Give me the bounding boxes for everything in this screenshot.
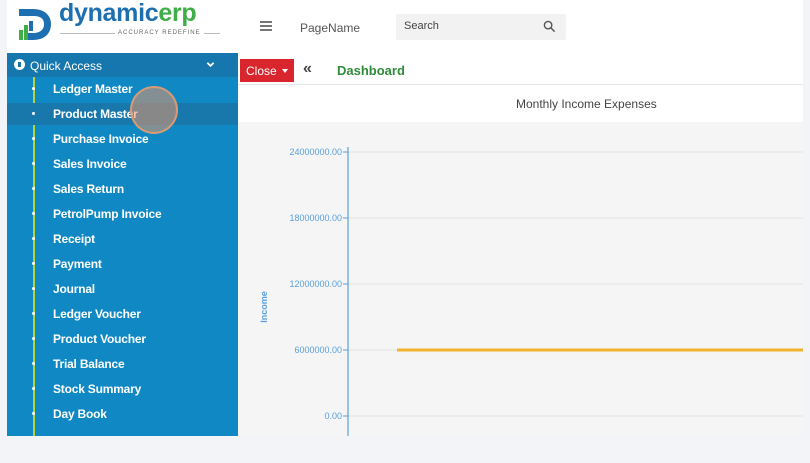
sidebar-item-label: Ledger Voucher — [53, 307, 141, 321]
sidebar-item-label: Sales Return — [53, 182, 124, 196]
sidebar-item-sales-return[interactable]: Sales Return — [7, 178, 238, 200]
brand-tagline: ACCURACY REDEFINE — [115, 30, 204, 36]
y-tick-label: 6000000.00 — [294, 345, 342, 355]
sidebar-item-label: Journal — [53, 282, 95, 296]
info-icon — [14, 59, 25, 70]
tree-bullet — [32, 137, 35, 140]
tree-bullet — [32, 412, 35, 415]
sidebar-item-label: Receipt — [53, 232, 95, 246]
sidebar-item-journal[interactable]: Journal — [7, 278, 238, 300]
search-icon[interactable] — [543, 20, 556, 33]
sidebar-item-label: Day Book — [53, 407, 107, 421]
sidebar-item-label: Stock Summary — [53, 382, 142, 396]
tree-bullet — [32, 112, 35, 115]
chart-area: 24000000.00 18000000.00 12000000.00 6000000… — [238, 122, 803, 436]
y-axis-label: Income — [259, 291, 269, 323]
caret-down-icon — [282, 69, 288, 73]
tree-bullet — [32, 287, 35, 290]
sidebar-item-payment[interactable]: Payment — [7, 253, 238, 275]
brand-logo[interactable]: dynamicerp ACCURACY REDEFINE — [7, 0, 238, 50]
quick-access-header[interactable]: Quick Access — [7, 53, 238, 77]
top-bar: PageName — [238, 0, 803, 50]
sidebar-item-label: Purchase Invoice — [53, 132, 149, 146]
tree-bullet — [32, 87, 35, 90]
collapse-icon[interactable]: « — [303, 60, 312, 78]
tab-bar: Close « Dashboard — [238, 55, 803, 85]
sidebar-item-product-voucher[interactable]: Product Voucher — [7, 328, 238, 350]
sidebar-item-label: Sales Invoice — [53, 157, 127, 171]
sidebar-item-label: Payment — [53, 257, 102, 271]
tree-bullet — [32, 212, 35, 215]
tree-bullet — [32, 187, 35, 190]
sidebar-item-label: Ledger Master — [53, 82, 133, 96]
app-window: dynamicerp ACCURACY REDEFINE PageName Qu… — [7, 0, 803, 436]
sidebar-item-ledger-voucher[interactable]: Ledger Voucher — [7, 303, 238, 325]
y-tick-label: 24000000.00 — [289, 147, 342, 157]
tree-bullet — [32, 312, 35, 315]
tree-bullet — [32, 387, 35, 390]
y-tick-label: 12000000.00 — [289, 279, 342, 289]
cursor-highlight — [130, 86, 178, 134]
brand-name: dynamicerp — [59, 0, 197, 27]
sidebar-item-purchase-invoice[interactable]: Purchase Invoice — [7, 128, 238, 150]
search-input[interactable] — [404, 20, 534, 32]
chevron-down-icon[interactable] — [206, 60, 215, 69]
chart-header: Monthly Income Expenses — [238, 86, 803, 122]
page-name: PageName — [300, 21, 361, 35]
close-button[interactable]: Close — [240, 59, 294, 82]
close-label: Close — [246, 64, 277, 78]
sidebar-item-sales-invoice[interactable]: Sales Invoice — [7, 153, 238, 175]
tree-bullet — [32, 362, 35, 365]
y-tick-label: 0.00 — [324, 411, 342, 421]
sidebar-item-petrolpump-invoice[interactable]: PetrolPump Invoice — [7, 203, 238, 225]
sidebar-item-label: Product Voucher — [53, 332, 146, 346]
tab-dashboard[interactable]: Dashboard — [337, 63, 405, 78]
hamburger-menu-icon[interactable] — [260, 21, 272, 33]
dynamicerp-logo-icon — [19, 9, 51, 40]
sidebar-item-label: Product Master — [53, 107, 138, 121]
sidebar-item-stock-summary[interactable]: Stock Summary — [7, 378, 238, 400]
chart-title: Monthly Income Expenses — [516, 97, 657, 111]
sidebar-item-trial-balance[interactable]: Trial Balance — [7, 353, 238, 375]
sidebar-item-product-master[interactable]: Product Master — [7, 103, 238, 125]
tree-bullet — [32, 337, 35, 340]
sidebar-item-receipt[interactable]: Receipt — [7, 228, 238, 250]
sidebar: Quick Access Ledger Master Product Master… — [7, 53, 238, 436]
tree-bullet — [32, 262, 35, 265]
sidebar-item-label: PetrolPump Invoice — [53, 207, 162, 221]
quick-access-label: Quick Access — [30, 59, 103, 73]
tree-bullet — [32, 162, 35, 165]
tree-bullet — [32, 237, 35, 240]
sidebar-item-day-book[interactable]: Day Book — [7, 403, 238, 425]
sidebar-item-label: Trial Balance — [53, 357, 125, 371]
search-box — [396, 14, 566, 40]
y-tick-label: 18000000.00 — [289, 213, 342, 223]
income-chart: 24000000.00 18000000.00 12000000.00 6000000… — [259, 147, 803, 436]
sidebar-item-ledger-master[interactable]: Ledger Master — [7, 78, 238, 100]
